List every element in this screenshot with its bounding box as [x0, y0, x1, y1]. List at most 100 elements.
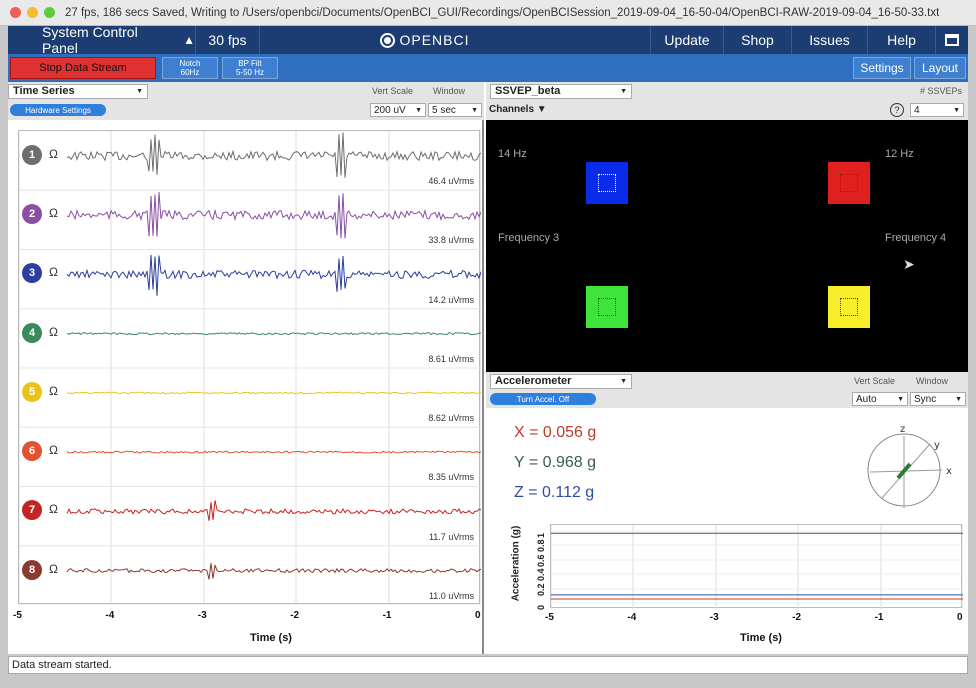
dropdown-arrow-icon: ▼	[136, 87, 143, 95]
channel-waveform-2	[66, 191, 481, 239]
maximize-window-button[interactable]	[44, 7, 55, 18]
time-series-widget-select[interactable]: Time Series ▼	[8, 83, 148, 99]
stop-data-stream-button[interactable]: Stop Data Stream	[10, 57, 156, 79]
impedance-icon[interactable]: Ω	[49, 265, 58, 279]
num-ssveps-select[interactable]: 4 ▼	[910, 103, 964, 117]
accel-orientation-gizmo: z y x	[867, 424, 952, 508]
accel-y-tick: 1	[536, 532, 546, 538]
close-window-button[interactable]	[10, 7, 21, 18]
time-series-header: Time Series ▼ Vert Scale Window	[8, 82, 484, 100]
openbci-logo-text: OPENBCI	[399, 32, 470, 48]
accel-window-label: Window	[916, 376, 949, 386]
system-control-panel-button[interactable]: System Control Panel ▲	[8, 24, 196, 56]
window-toggle-button[interactable]	[936, 26, 968, 54]
channel-rms-3: 14.2 uVrms	[428, 294, 474, 305]
impedance-icon[interactable]: Ω	[49, 562, 58, 576]
ssvep-label-3: Frequency 3	[498, 232, 560, 244]
settings-button[interactable]: Settings	[853, 57, 911, 79]
dropdown-arrow-icon: ▼	[953, 106, 960, 114]
help-button[interactable]: Help	[868, 26, 936, 54]
time-series-widget-label: Time Series	[13, 85, 75, 97]
channel-rms-6: 8.35 uVrms	[428, 472, 474, 483]
time-x-tick: -1	[382, 610, 392, 621]
help-label: Help	[887, 32, 916, 48]
gizmo-x-label: x	[946, 466, 952, 477]
channel-rms-4: 8.61 uVrms	[428, 353, 474, 364]
accel-y-tick: 0.4	[536, 568, 546, 582]
dropdown-arrow-icon: ▼	[620, 377, 627, 385]
channel-rms-1: 46.4 uVrms	[428, 176, 474, 187]
time-x-tick: -4	[105, 610, 115, 621]
channel-toggle-8[interactable]: 8	[22, 559, 42, 580]
layout-label: Layout	[921, 61, 959, 75]
accel-y-tick: 0.8	[536, 539, 546, 553]
channel-rms-7: 11.7 uVrms	[428, 531, 474, 542]
ssvep-focus-square	[840, 298, 858, 316]
bandpass-filter-button[interactable]: BP Filt 5-50 Hz	[222, 57, 278, 79]
ssvep-widget-select[interactable]: SSVEP_beta ▼	[490, 83, 632, 99]
dropdown-arrow-icon: ▼	[955, 395, 962, 403]
update-button[interactable]: Update	[650, 26, 724, 54]
channel-toggle-6[interactable]: 6	[22, 441, 42, 462]
notch-label: Notch	[179, 59, 201, 68]
accel-x-tick: -2	[792, 612, 802, 623]
time-x-tick: -5	[13, 610, 22, 621]
channel-toggle-2[interactable]: 2	[22, 204, 42, 225]
notch-filter-button[interactable]: Notch 60Hz	[162, 57, 218, 79]
accel-y-tick: 0	[536, 604, 546, 610]
minimize-window-button[interactable]	[27, 7, 38, 18]
hardware-settings-label: Hardware Settings	[25, 105, 91, 115]
ssvep-label-1: 14 Hz	[498, 148, 527, 160]
channel-toggle-5[interactable]: 5	[22, 381, 42, 402]
time-series-x-label: Time (s)	[250, 632, 292, 644]
ssvep-widget: SSVEP_beta ▼ # SSVEPs Channels ▼ ? 4 ▼ 1…	[486, 82, 968, 372]
issues-button[interactable]: Issues	[792, 26, 868, 54]
accel-y-tick: 0.6	[536, 554, 546, 567]
accel-vert-scale-select[interactable]: Auto ▼	[852, 392, 908, 406]
turn-accel-off-label: Turn Accel. Off	[516, 394, 570, 404]
gizmo-z-label: z	[900, 424, 905, 435]
accelerometer-subheader: Turn Accel. Off Auto ▼ Sync ▼	[486, 390, 968, 408]
status-bar: Data stream started.	[8, 656, 968, 674]
channel-waveform-3	[66, 254, 481, 296]
ssvep-subheader: Channels ▼ ? 4 ▼	[486, 100, 968, 120]
impedance-icon[interactable]: Ω	[49, 443, 58, 457]
accel-plot	[550, 524, 963, 609]
hardware-settings-button[interactable]: Hardware Settings	[10, 104, 106, 116]
shop-button[interactable]: Shop	[724, 26, 792, 54]
impedance-icon[interactable]: Ω	[49, 206, 58, 220]
accel-vert-scale-label: Vert Scale	[854, 376, 896, 386]
window-value: 5 sec	[432, 104, 456, 116]
ssvep-focus-square	[598, 298, 616, 316]
window-label: Window	[433, 86, 466, 96]
ssvep-focus-square	[598, 174, 616, 192]
mouse-cursor-icon: ➤	[903, 256, 915, 272]
accelerometer-widget-select[interactable]: Accelerometer ▼	[490, 373, 632, 389]
update-label: Update	[664, 32, 710, 48]
fps-button[interactable]: 30 fps	[196, 26, 260, 54]
accel-x-tick: -4	[627, 612, 637, 623]
accel-x-tick: 0	[957, 612, 963, 623]
dropdown-arrow-icon: ▼	[471, 106, 478, 114]
impedance-icon[interactable]: Ω	[49, 502, 58, 516]
vert-scale-select[interactable]: 200 uV ▼	[370, 103, 426, 117]
shop-label: Shop	[741, 32, 774, 48]
ssvep-stimulus-1	[586, 162, 628, 204]
window-select[interactable]: 5 sec ▼	[428, 103, 482, 117]
channels-select[interactable]: Channels ▼	[489, 104, 547, 115]
channel-toggle-4[interactable]: 4	[22, 322, 42, 343]
openbci-logo-icon	[380, 32, 396, 48]
channel-waveform-5	[66, 391, 481, 395]
impedance-icon[interactable]: Ω	[49, 384, 58, 398]
accel-vert-scale-value: Auto	[856, 393, 877, 405]
accel-window-select[interactable]: Sync ▼	[910, 392, 966, 406]
stop-data-stream-label: Stop Data Stream	[39, 62, 127, 74]
caret-up-icon: ▲	[183, 33, 195, 47]
accel-x-value: X = 0.056 g	[514, 424, 597, 441]
channel-toggle-1[interactable]: 1	[22, 144, 42, 165]
help-icon[interactable]: ?	[890, 103, 904, 117]
impedance-icon[interactable]: Ω	[49, 325, 58, 339]
layout-button[interactable]: Layout	[914, 57, 966, 79]
turn-accel-off-button[interactable]: Turn Accel. Off	[490, 393, 596, 405]
impedance-icon[interactable]: Ω	[49, 147, 58, 161]
